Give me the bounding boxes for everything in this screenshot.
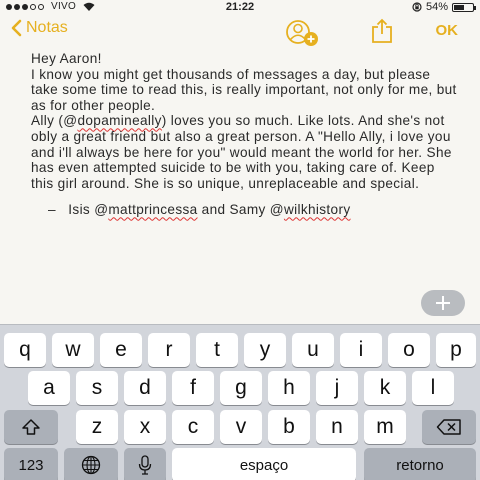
misspelled-word: mattprincessa <box>108 202 198 218</box>
key-g[interactable]: g <box>220 371 262 405</box>
back-button-label: Notas <box>26 19 68 36</box>
key-w[interactable]: w <box>52 333 94 367</box>
globe-key[interactable] <box>64 448 118 480</box>
key-y[interactable]: y <box>244 333 286 367</box>
key-m[interactable]: m <box>364 410 406 444</box>
key-k[interactable]: k <box>364 371 406 405</box>
key-z[interactable]: z <box>76 410 118 444</box>
globe-icon <box>81 455 101 475</box>
return-key[interactable]: retorno <box>364 448 476 480</box>
text-run: – Isis @ <box>48 202 109 218</box>
key-i[interactable]: i <box>340 333 382 367</box>
key-f[interactable]: f <box>172 371 214 405</box>
rotation-lock-icon <box>412 2 422 12</box>
chevron-left-icon <box>11 19 22 37</box>
battery-percentage: 54% <box>425 1 448 13</box>
key-o[interactable]: o <box>388 333 430 367</box>
key-v[interactable]: v <box>220 410 262 444</box>
text-run: Ally (@ <box>31 113 78 129</box>
key-r[interactable]: r <box>148 333 190 367</box>
key-s[interactable]: s <box>76 371 118 405</box>
misspelled-word: dopamineally <box>77 113 162 129</box>
key-x[interactable]: x <box>124 410 166 444</box>
key-b[interactable]: b <box>268 410 310 444</box>
key-h[interactable]: h <box>268 371 310 405</box>
key-n[interactable]: n <box>316 410 358 444</box>
backspace-icon <box>436 419 461 435</box>
plus-icon <box>436 296 450 310</box>
shift-arrow-icon <box>22 419 40 435</box>
note-greeting: Hey Aaron! <box>31 51 102 66</box>
delete-key[interactable] <box>422 410 476 444</box>
ok-button[interactable]: OK <box>436 22 459 39</box>
numbers-key[interactable]: 123 <box>4 448 58 480</box>
keyboard: q w e r t y u i o p a s d f g h j k l z … <box>0 324 480 480</box>
key-j[interactable]: j <box>316 371 358 405</box>
note-paragraph: I know you might get thousands of messag… <box>31 66 461 113</box>
add-people-icon[interactable] <box>283 18 323 48</box>
key-l[interactable]: l <box>412 371 454 405</box>
navigation-bar: Notas OK <box>0 14 480 48</box>
key-t[interactable]: t <box>196 333 238 367</box>
battery-icon <box>452 2 476 12</box>
shift-key[interactable] <box>4 410 58 444</box>
key-c[interactable]: c <box>172 410 214 444</box>
dictation-key[interactable] <box>124 448 166 480</box>
share-icon[interactable] <box>370 18 394 44</box>
key-u[interactable]: u <box>292 333 334 367</box>
note-signature: – Isis @mattprincessa and Samy @wilkhist… <box>31 202 461 218</box>
misspelled-word: wilkhistory <box>283 202 351 218</box>
status-bar: VIVO 21:22 54% <box>0 0 480 14</box>
battery-fill <box>454 4 464 10</box>
key-a[interactable]: a <box>28 371 70 405</box>
insert-button[interactable] <box>421 290 465 316</box>
key-e[interactable]: e <box>100 333 142 367</box>
key-q[interactable]: q <box>4 333 46 367</box>
key-p[interactable]: p <box>436 333 476 367</box>
microphone-icon <box>138 455 152 475</box>
note-text-editor[interactable]: Hey Aaron! I know you might get thousand… <box>31 51 461 218</box>
space-key[interactable]: espaço <box>172 448 356 480</box>
note-paragraph: Ally (@dopamineally) loves you so much. … <box>31 113 461 191</box>
back-button[interactable]: Notas <box>10 19 68 37</box>
status-right: 54% <box>412 1 476 13</box>
text-run: and Samy @ <box>197 202 284 218</box>
key-d[interactable]: d <box>124 371 166 405</box>
clock: 21:22 <box>225 1 255 13</box>
